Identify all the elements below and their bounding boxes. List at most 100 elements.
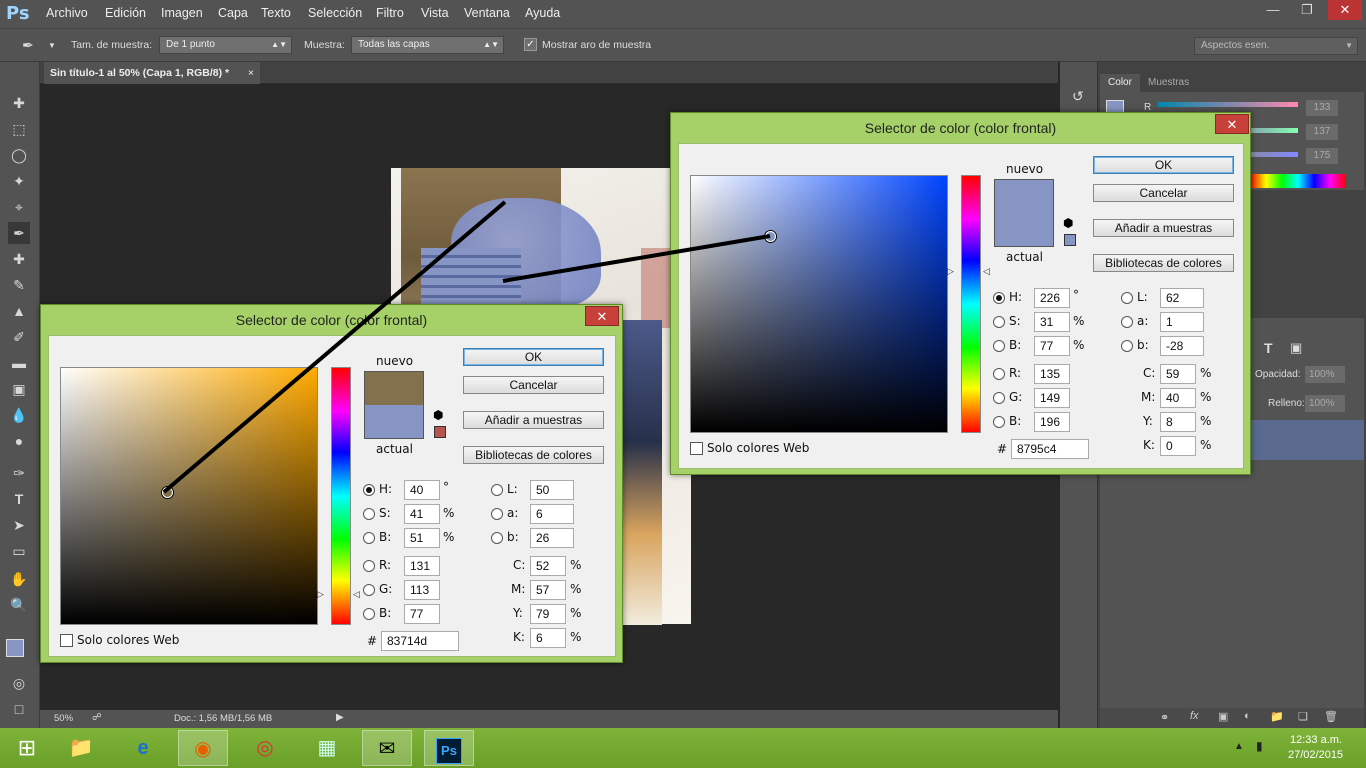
menu-texto[interactable]: Texto xyxy=(261,6,291,20)
m-field[interactable]: 40 xyxy=(1160,388,1196,408)
brightness-radio[interactable] xyxy=(363,532,375,544)
s-radio[interactable] xyxy=(993,316,1005,328)
g-field[interactable]: 149 xyxy=(1034,388,1070,408)
menu-ventana[interactable]: Ventana xyxy=(464,6,510,20)
tab-color[interactable]: Color xyxy=(1100,74,1140,92)
color-sample-marker[interactable] xyxy=(765,231,776,242)
color-libraries-button[interactable]: Bibliotecas de colores xyxy=(1093,254,1234,272)
m-field[interactable]: 57 xyxy=(530,580,566,600)
web-safe-swatch[interactable] xyxy=(1064,234,1076,246)
menu-ayuda[interactable]: Ayuda xyxy=(525,6,560,20)
lasso-tool-icon[interactable]: ◯ xyxy=(8,144,30,166)
dialog-close-icon[interactable]: ✕ xyxy=(1215,114,1249,134)
brightness-radio[interactable] xyxy=(993,340,1005,352)
chrome-icon[interactable]: ◎ xyxy=(240,730,290,766)
g-value[interactable]: 137 xyxy=(1306,124,1338,140)
l-field[interactable]: 50 xyxy=(530,480,574,500)
firefox-icon[interactable]: ◉ xyxy=(178,730,228,766)
history-brush-tool-icon[interactable]: ✐ xyxy=(8,326,30,348)
l-field[interactable]: 62 xyxy=(1160,288,1204,308)
crop-tool-icon[interactable]: ⌖ xyxy=(8,196,30,218)
dodge-tool-icon[interactable]: ● xyxy=(8,430,30,452)
k-field[interactable]: 0 xyxy=(1160,436,1196,456)
clock-date[interactable]: 27/02/2015 xyxy=(1288,749,1343,761)
marquee-tool-icon[interactable]: ⬚ xyxy=(8,118,30,140)
brightness-field[interactable]: 51 xyxy=(404,528,440,548)
rectangle-tool-icon[interactable]: ▭ xyxy=(8,540,30,562)
r-radio[interactable] xyxy=(993,368,1005,380)
eyedropper-tool-icon[interactable]: ✒ xyxy=(8,222,30,244)
r-field[interactable]: 135 xyxy=(1034,364,1070,384)
healing-brush-tool-icon[interactable]: ✚ xyxy=(8,248,30,270)
b-radio[interactable] xyxy=(993,416,1005,428)
menu-imagen[interactable]: Imagen xyxy=(161,6,203,20)
web-safe-swatch[interactable] xyxy=(434,426,446,438)
ok-button[interactable]: OK xyxy=(1093,156,1234,174)
mail-icon[interactable]: ✉ xyxy=(362,730,412,766)
file-explorer-icon[interactable]: 📁 xyxy=(56,730,106,766)
menu-vista[interactable]: Vista xyxy=(421,6,449,20)
a-radio[interactable] xyxy=(1121,316,1133,328)
lab-b-radio[interactable] xyxy=(491,532,503,544)
h-field[interactable]: 40 xyxy=(404,480,440,500)
mask-icon[interactable]: ▣ xyxy=(1218,710,1228,723)
hex-field[interactable]: 8795c4 xyxy=(1011,439,1089,459)
h-radio[interactable] xyxy=(363,484,375,496)
cube-icon[interactable]: ⬢ xyxy=(1063,216,1073,230)
new-layer-icon[interactable]: ❏ xyxy=(1298,710,1308,723)
clock-time[interactable]: 12:33 a.m. xyxy=(1290,734,1342,746)
lab-b-radio[interactable] xyxy=(1121,340,1133,352)
text-filter-icon[interactable]: T xyxy=(1264,340,1273,356)
zoom-level[interactable]: 50% xyxy=(54,713,73,724)
add-to-swatches-button[interactable]: Añadir a muestras xyxy=(463,411,604,429)
color-sample-marker[interactable] xyxy=(162,487,173,498)
current-color-swatch[interactable] xyxy=(994,213,1054,247)
menu-capa[interactable]: Capa xyxy=(218,6,248,20)
add-to-swatches-button[interactable]: Añadir a muestras xyxy=(1093,219,1234,237)
cancel-button[interactable]: Cancelar xyxy=(463,376,604,394)
saturation-brightness-field[interactable] xyxy=(690,175,948,433)
ok-button[interactable]: OK xyxy=(463,348,604,366)
current-color-swatch[interactable] xyxy=(364,405,424,439)
menu-seleccion[interactable]: Selección xyxy=(308,6,362,20)
r-slider[interactable] xyxy=(1158,102,1298,107)
close-icon[interactable]: ✕ xyxy=(1328,0,1362,20)
s-field[interactable]: 41 xyxy=(404,504,440,524)
a-radio[interactable] xyxy=(491,508,503,520)
web-colors-checkbox[interactable] xyxy=(60,634,73,647)
minimize-icon[interactable]: — xyxy=(1256,0,1290,20)
b-value[interactable]: 175 xyxy=(1306,148,1338,164)
shape-filter-icon[interactable]: ▣ xyxy=(1290,340,1302,356)
pen-tool-icon[interactable]: ✑ xyxy=(8,462,30,484)
quick-select-tool-icon[interactable]: ✦ xyxy=(8,170,30,192)
menu-archivo[interactable]: Archivo xyxy=(46,6,88,20)
gradient-tool-icon[interactable]: ▣ xyxy=(8,378,30,400)
history-icon[interactable]: ↺ xyxy=(1072,88,1084,105)
hand-tool-icon[interactable]: ✋ xyxy=(8,568,30,590)
color-libraries-button[interactable]: Bibliotecas de colores xyxy=(463,446,604,464)
s-field[interactable]: 31 xyxy=(1034,312,1070,332)
s-radio[interactable] xyxy=(363,508,375,520)
r-value[interactable]: 133 xyxy=(1306,100,1338,116)
cube-icon[interactable]: ⬢ xyxy=(433,408,443,422)
network-icon[interactable]: ▮ xyxy=(1256,739,1263,753)
hue-slider[interactable] xyxy=(331,367,351,625)
move-tool-icon[interactable]: ✚ xyxy=(8,92,30,114)
screen-mode-icon[interactable]: □ xyxy=(8,698,30,720)
show-ring-checkbox[interactable]: ✓ xyxy=(524,38,537,51)
cancel-button[interactable]: Cancelar xyxy=(1093,184,1234,202)
lab-b-field[interactable]: 26 xyxy=(530,528,574,548)
close-tab-icon[interactable]: × xyxy=(248,62,254,84)
c-field[interactable]: 59 xyxy=(1160,364,1196,384)
fill-value[interactable]: 100% xyxy=(1305,395,1345,412)
a-field[interactable]: 6 xyxy=(530,504,574,524)
g-radio[interactable] xyxy=(993,392,1005,404)
g-field[interactable]: 113 xyxy=(404,580,440,600)
g-radio[interactable] xyxy=(363,584,375,596)
dialog-close-icon[interactable]: ✕ xyxy=(585,306,619,326)
blur-tool-icon[interactable]: 💧 xyxy=(8,404,30,426)
k-field[interactable]: 6 xyxy=(530,628,566,648)
photoshop-taskbar-icon[interactable]: Ps xyxy=(424,730,474,766)
b-field[interactable]: 77 xyxy=(404,604,440,624)
internet-explorer-icon[interactable]: e xyxy=(118,730,168,766)
